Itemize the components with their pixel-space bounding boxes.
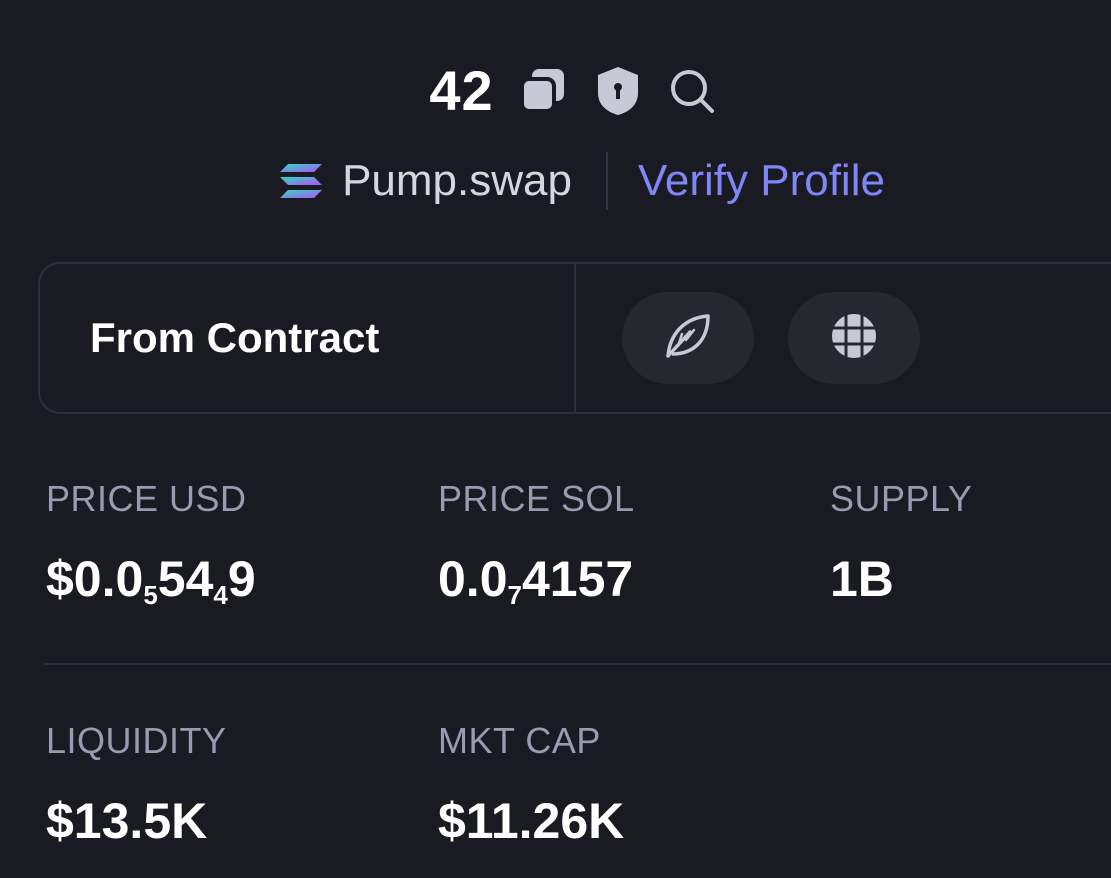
token-name: 42 bbox=[429, 59, 494, 122]
leaf-link-button[interactable] bbox=[622, 292, 754, 384]
price-sol-value: 0.074157 bbox=[438, 551, 634, 610]
mkt-cap-value: $11.26K bbox=[438, 793, 625, 849]
verify-profile-link[interactable]: Verify Profile bbox=[638, 156, 885, 206]
globe-icon bbox=[826, 308, 882, 369]
price-usd-label: PRICE USD bbox=[46, 478, 247, 519]
contract-links bbox=[576, 264, 920, 412]
stats-divider bbox=[44, 663, 1111, 665]
shield-icon[interactable] bbox=[590, 63, 646, 119]
solana-logo-icon bbox=[278, 158, 324, 204]
liquidity-stat: LIQUIDITY $13.5K bbox=[46, 720, 227, 850]
price-sol-stat: PRICE SOL 0.074157 bbox=[438, 478, 635, 611]
liquidity-value: $13.5K bbox=[46, 793, 208, 849]
token-sub-row: Pump.swap Verify Profile bbox=[0, 152, 1111, 210]
price-sol-label: PRICE SOL bbox=[438, 478, 635, 519]
supply-value: 1B bbox=[830, 551, 894, 607]
divider bbox=[605, 152, 608, 210]
search-icon[interactable] bbox=[664, 63, 720, 119]
dex-name: Pump.swap bbox=[342, 156, 572, 205]
from-contract-button[interactable]: From Contract bbox=[40, 264, 576, 412]
supply-label: SUPPLY bbox=[830, 478, 973, 519]
leaf-icon bbox=[660, 308, 716, 369]
supply-stat: SUPPLY 1B bbox=[830, 478, 972, 608]
price-usd-value: $0.055449 bbox=[46, 551, 256, 610]
contract-label: From Contract bbox=[90, 314, 380, 361]
token-title-row: 42 bbox=[0, 58, 1111, 123]
globe-link-button[interactable] bbox=[788, 292, 920, 384]
copy-icon[interactable] bbox=[516, 63, 572, 119]
liquidity-label: LIQUIDITY bbox=[46, 720, 227, 761]
mkt-cap-stat: MKT CAP $11.26K bbox=[438, 720, 624, 850]
contract-box: From Contract bbox=[38, 262, 1111, 414]
token-info-panel: 42 Pump.swap Verify Profile From Contrac… bbox=[0, 0, 1111, 878]
mkt-cap-label: MKT CAP bbox=[438, 720, 601, 761]
price-usd-stat: PRICE USD $0.055449 bbox=[46, 478, 256, 611]
